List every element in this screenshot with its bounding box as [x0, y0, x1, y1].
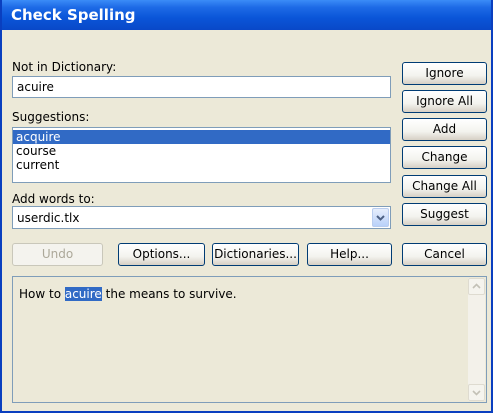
not-in-dictionary-field[interactable]: acuire: [12, 76, 391, 98]
help-button[interactable]: Help...: [307, 243, 392, 266]
context-text-area[interactable]: How to acuire the means to survive.: [12, 276, 487, 403]
suggestion-item[interactable]: course: [13, 144, 390, 158]
chevron-down-icon[interactable]: [372, 208, 389, 227]
context-text-after: the means to survive.: [101, 287, 237, 301]
suggestions-label: Suggestions:: [12, 110, 90, 124]
options-button[interactable]: Options...: [118, 243, 205, 266]
vertical-scrollbar[interactable]: [468, 278, 485, 401]
suggestion-item[interactable]: current: [13, 158, 390, 172]
check-spelling-dialog: Check Spelling Not in Dictionary: acuire…: [0, 0, 493, 413]
misspelled-word-highlight: acuire: [64, 287, 102, 301]
undo-button[interactable]: Undo: [12, 243, 103, 266]
ignore-all-button[interactable]: Ignore All: [402, 90, 487, 113]
ignore-button[interactable]: Ignore: [402, 62, 487, 85]
context-text-before: How to: [19, 287, 65, 301]
not-in-dictionary-label: Not in Dictionary:: [12, 60, 117, 74]
add-words-to-combo[interactable]: userdic.tlx: [12, 206, 391, 229]
dictionaries-button[interactable]: Dictionaries...: [212, 243, 299, 266]
suggest-button[interactable]: Suggest: [402, 203, 487, 226]
dialog-title: Check Spelling: [2, 0, 491, 30]
scroll-down-arrow-icon[interactable]: [468, 384, 485, 401]
suggestions-list[interactable]: acquire course current: [12, 127, 391, 183]
suggestion-item[interactable]: acquire: [13, 130, 390, 144]
not-in-dictionary-value: acuire: [17, 80, 54, 94]
add-words-to-value: userdic.tlx: [17, 211, 80, 225]
context-sentence: How to acuire the means to survive.: [19, 287, 237, 301]
cancel-button[interactable]: Cancel: [402, 243, 487, 266]
add-words-to-label: Add words to:: [12, 192, 95, 206]
change-all-button[interactable]: Change All: [402, 175, 487, 198]
add-button[interactable]: Add: [402, 118, 487, 141]
scroll-up-arrow-icon[interactable]: [468, 278, 485, 295]
change-button[interactable]: Change: [402, 146, 487, 169]
